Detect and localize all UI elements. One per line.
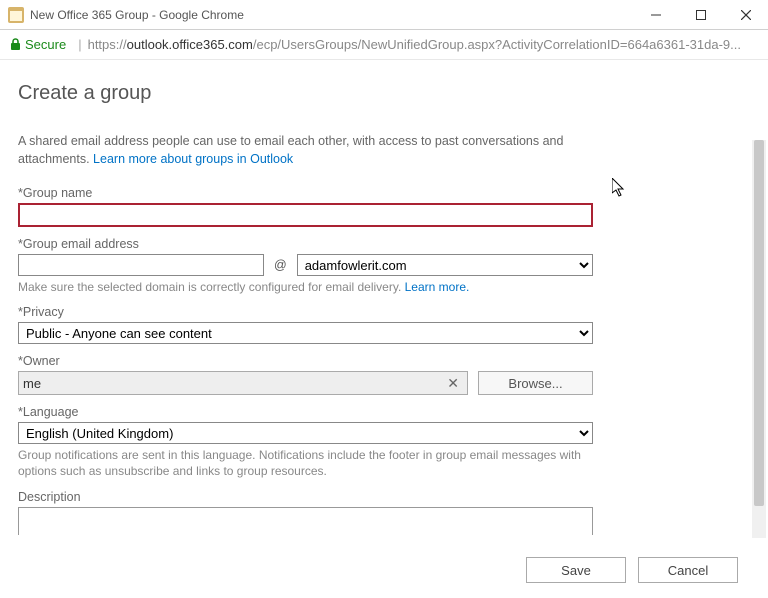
cancel-button[interactable]: Cancel <box>638 557 738 583</box>
intro-learn-more-link[interactable]: Learn more about groups in Outlook <box>93 152 293 166</box>
description-label: Description <box>18 490 593 504</box>
close-button[interactable] <box>723 0 768 30</box>
save-button[interactable]: Save <box>526 557 626 583</box>
language-help: Group notifications are sent in this lan… <box>18 447 593 479</box>
app-icon <box>8 7 24 23</box>
group-email-domain-select[interactable]: adamfowlerit.com <box>297 254 593 276</box>
scrollbar-thumb[interactable] <box>754 140 764 506</box>
window-titlebar: New Office 365 Group - Google Chrome <box>0 0 768 30</box>
description-textarea[interactable] <box>18 507 593 535</box>
url[interactable]: https:// outlook.office365.com /ecp/User… <box>88 37 758 52</box>
secure-indicator: Secure <box>10 37 66 52</box>
address-bar: Secure | https:// outlook.office365.com … <box>0 30 768 60</box>
url-host: outlook.office365.com <box>127 37 253 52</box>
group-email-help: Make sure the selected domain is correct… <box>18 279 593 295</box>
email-help-text: Make sure the selected domain is correct… <box>18 280 405 294</box>
scrollbar-track[interactable] <box>752 140 766 538</box>
secure-label-text: Secure <box>25 37 66 52</box>
group-name-input[interactable] <box>18 203 593 227</box>
group-email-label: Group email address <box>18 237 593 251</box>
owner-input-container: ✕ <box>18 371 468 395</box>
at-symbol: @ <box>274 258 287 272</box>
language-label: Language <box>18 405 593 419</box>
window-title: New Office 365 Group - Google Chrome <box>30 8 633 22</box>
clear-owner-icon[interactable]: ✕ <box>443 375 463 392</box>
group-email-input[interactable] <box>18 254 264 276</box>
owner-input[interactable] <box>23 376 443 391</box>
url-protocol: https:// <box>88 37 127 52</box>
group-name-label: Group name <box>18 186 593 200</box>
intro-text: A shared email address people can use to… <box>18 133 593 168</box>
privacy-select[interactable]: Public - Anyone can see content <box>18 322 593 344</box>
privacy-label: Privacy <box>18 305 593 319</box>
owner-label: Owner <box>18 354 593 368</box>
url-path: /ecp/UsersGroups/NewUnifiedGroup.aspx?Ac… <box>253 37 758 52</box>
url-separator: | <box>78 37 81 52</box>
window-controls <box>633 0 768 30</box>
maximize-button[interactable] <box>678 0 723 30</box>
page-content: Create a group A shared email address pe… <box>0 60 768 538</box>
browse-button[interactable]: Browse... <box>478 371 593 395</box>
language-select[interactable]: English (United Kingdom) <box>18 422 593 444</box>
page-title: Create a group <box>18 82 738 105</box>
lock-icon <box>10 38 21 51</box>
footer-buttons: Save Cancel <box>0 542 768 598</box>
email-help-link[interactable]: Learn more. <box>405 280 470 294</box>
minimize-button[interactable] <box>633 0 678 30</box>
